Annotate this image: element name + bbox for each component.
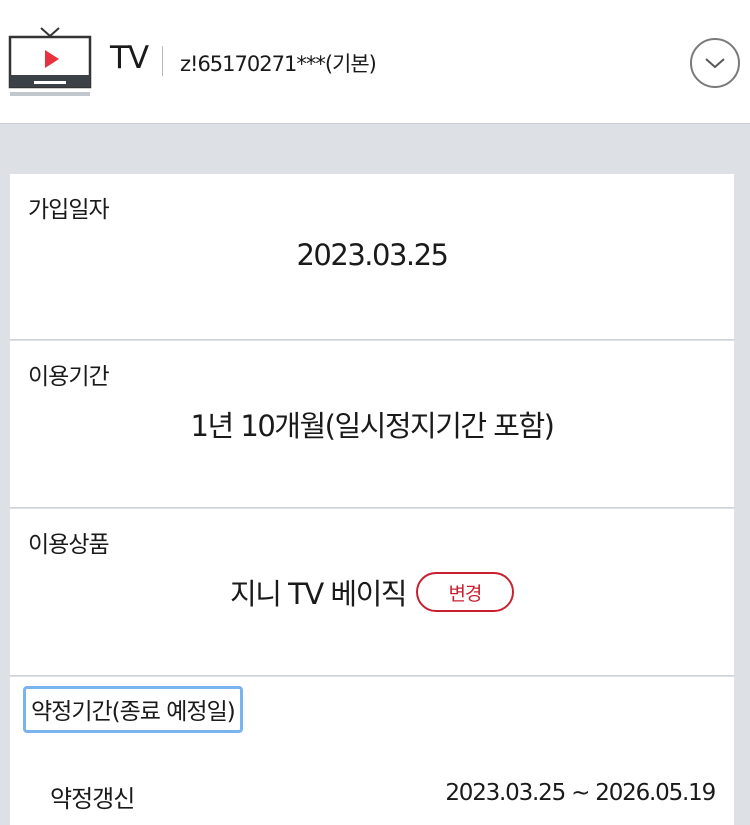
contract-card: 약정기간(종료 예정일) 약정갱신 2023.03.25 ~ 2026.05.1… bbox=[10, 677, 734, 825]
contract-renewal-period: 2023.03.25 ~ 2026.05.19 bbox=[445, 780, 716, 806]
usage-period-label: 이용기간 bbox=[28, 364, 110, 390]
contract-renewal-label: 약정갱신 bbox=[50, 785, 135, 813]
product-card: 이용상품 지니 TV 베이직 변경 bbox=[10, 509, 734, 676]
product-label: 이용상품 bbox=[28, 532, 110, 558]
tv-icon bbox=[8, 27, 92, 96]
subscription-date-card: 가입일자 2023.03.25 bbox=[10, 174, 734, 340]
contract-period-label[interactable]: 약정기간(종료 예정일) bbox=[23, 686, 243, 733]
change-product-button[interactable]: 변경 bbox=[415, 572, 514, 612]
service-header: TV z!65170271***(기본) bbox=[0, 0, 750, 124]
header-divider bbox=[162, 46, 163, 76]
chevron-down-icon bbox=[705, 58, 725, 69]
subscription-date-label: 가입일자 bbox=[28, 197, 110, 223]
product-row: 지니 TV 베이직 변경 bbox=[10, 571, 734, 613]
service-name: TV bbox=[110, 40, 149, 76]
account-id: z!65170271***(기본) bbox=[180, 52, 377, 76]
subscription-date-value: 2023.03.25 bbox=[296, 238, 449, 272]
product-name: 지니 TV 베이직 bbox=[230, 577, 407, 611]
usage-period-value: 1년 10개월(일시정지기간 포함) bbox=[190, 409, 555, 443]
usage-period-card: 이용기간 1년 10개월(일시정지기간 포함) bbox=[10, 341, 734, 508]
expand-toggle-button[interactable] bbox=[690, 38, 740, 88]
badge-icon bbox=[628, 812, 718, 825]
